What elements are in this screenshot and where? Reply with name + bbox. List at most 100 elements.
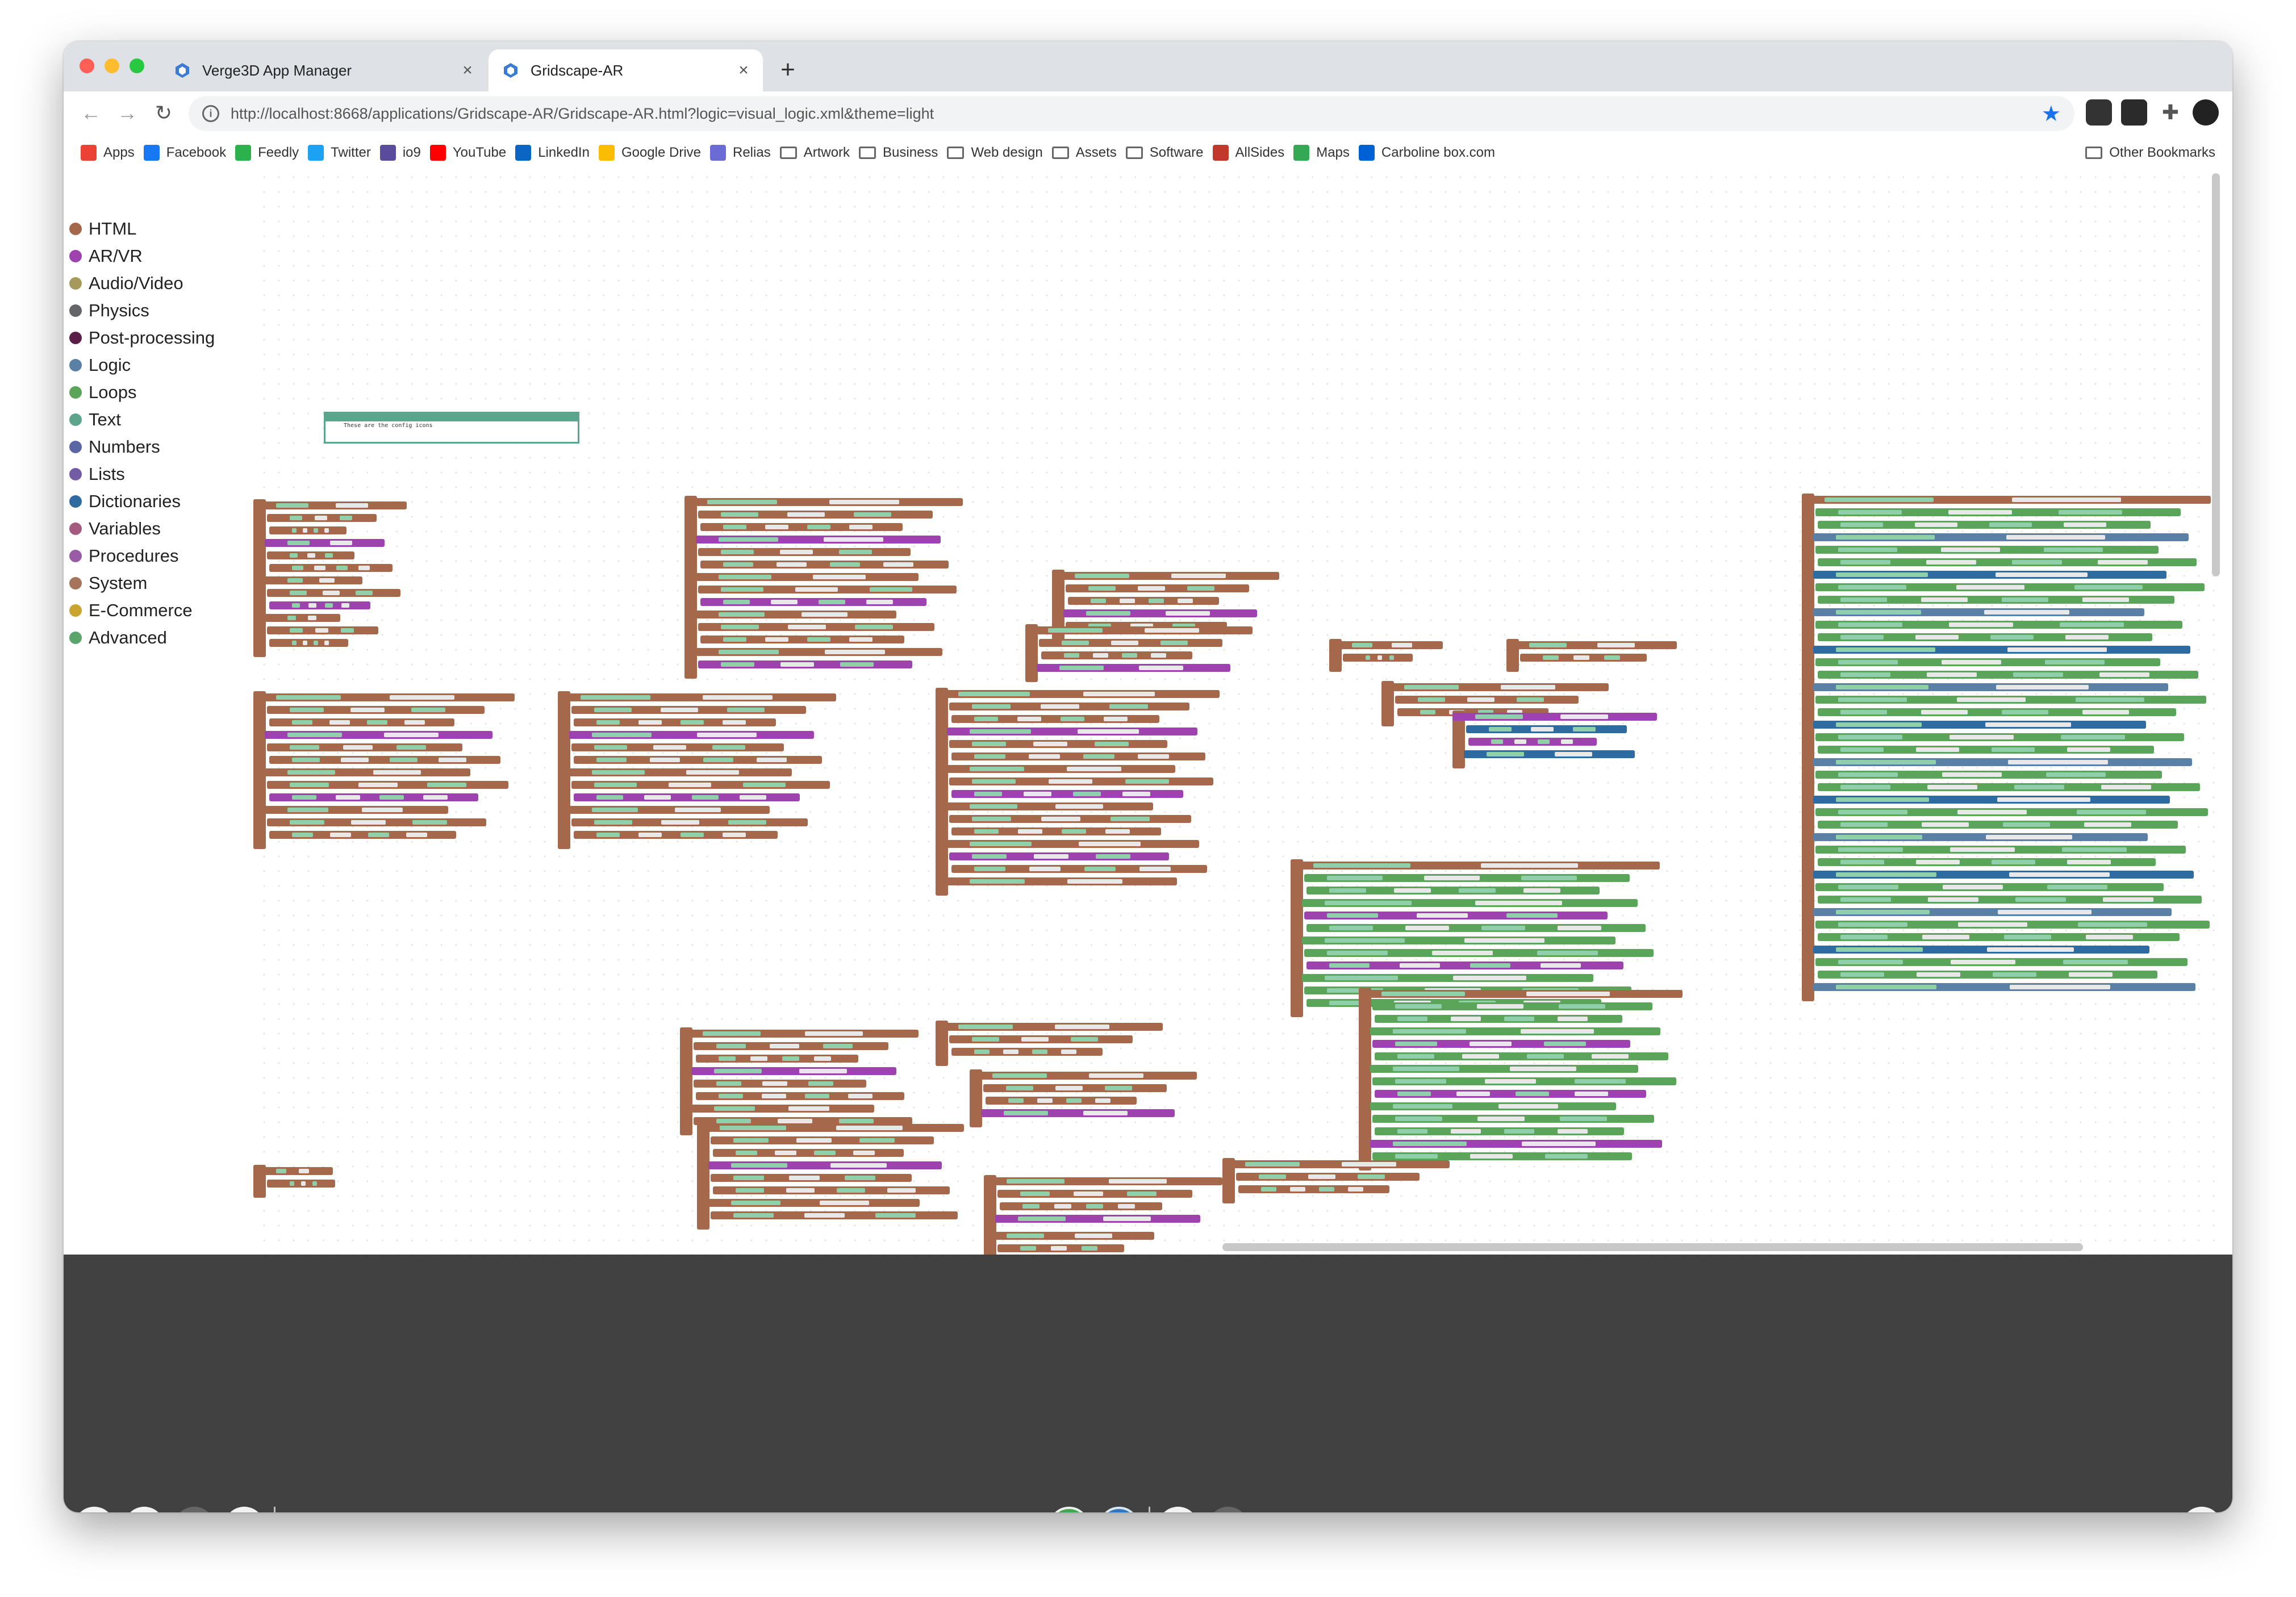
puzzle-block[interactable] [951,1048,1103,1056]
puzzle-block[interactable] [696,573,919,581]
puzzle-block[interactable] [558,693,836,701]
puzzle-block[interactable] [947,840,1199,848]
category-html[interactable]: HTML [64,215,257,243]
puzzle-block[interactable] [700,561,949,568]
puzzle-block-group[interactable] [558,691,836,849]
undo-icon[interactable] [1158,1507,1199,1512]
puzzle-block[interactable] [1359,990,1683,998]
puzzle-block[interactable] [267,706,485,714]
puzzle-block[interactable] [711,1136,934,1144]
puzzle-block[interactable] [1236,1173,1420,1181]
puzzle-block-group[interactable] [684,496,963,679]
puzzle-block[interactable] [574,793,800,801]
puzzle-block[interactable] [711,1211,958,1219]
vertical-scrollbar[interactable] [2212,173,2220,576]
puzzle-block[interactable] [571,781,830,789]
puzzle-block[interactable] [1329,641,1443,649]
puzzle-block[interactable] [1818,858,2156,866]
puzzle-block[interactable] [696,1055,858,1063]
puzzle-block-group[interactable] [1329,639,1443,672]
puzzle-block[interactable] [697,1124,964,1132]
puzzle-block[interactable] [1813,758,2192,766]
puzzle-block[interactable] [267,626,378,634]
puzzle-block[interactable] [1818,671,2198,679]
puzzle-block[interactable] [265,768,470,776]
puzzle-block[interactable] [951,790,1183,798]
tab-verge3d-app-manager[interactable]: Verge3D App Manager × [160,49,487,91]
other-bookmarks[interactable]: Other Bookmarks [2085,145,2215,161]
blocks-workspace[interactable]: These are the config icons [253,170,2223,1255]
puzzle-block[interactable] [1370,1027,1660,1035]
puzzle-block[interactable] [700,636,904,643]
puzzle-block[interactable] [698,548,911,556]
category-variables[interactable]: Variables [64,515,257,542]
puzzle-block[interactable] [267,589,400,597]
puzzle-block[interactable] [951,865,1207,873]
category-ar-vr[interactable]: AR/VR [64,243,257,270]
puzzle-block-group[interactable] [1025,624,1253,682]
puzzle-block[interactable] [995,1215,1200,1223]
menu-icon[interactable]: ⋮ [2227,99,2232,126]
puzzle-block[interactable] [949,777,1213,785]
category-lists[interactable]: Lists [64,461,257,488]
puzzle-block[interactable] [1372,1040,1630,1048]
save-icon[interactable] [1099,1507,1139,1512]
puzzle-block[interactable] [1818,558,2197,566]
puzzle-block[interactable] [694,1080,866,1088]
puzzle-block[interactable] [1815,883,2164,891]
extension-icon[interactable] [2121,99,2147,126]
puzzle-block[interactable] [1468,738,1597,746]
puzzle-block[interactable] [1813,608,2144,616]
bookmark-item[interactable]: Web design [947,145,1043,161]
puzzle-block[interactable] [1815,921,2210,929]
puzzle-block[interactable] [984,1177,1222,1185]
puzzle-block[interactable] [1813,533,2189,541]
back-arrow-icon[interactable]: ← [75,97,107,129]
puzzle-block[interactable] [694,1042,888,1050]
puzzle-block[interactable] [1306,924,1646,932]
puzzle-block[interactable] [713,1149,904,1157]
puzzle-block[interactable] [267,781,508,789]
puzzle-block[interactable] [970,1072,1197,1080]
puzzle-block[interactable] [1304,949,1654,957]
puzzle-block[interactable] [1066,584,1249,592]
puzzle-block[interactable] [1813,571,2166,579]
puzzle-block[interactable] [997,1190,1192,1198]
puzzle-block[interactable] [696,1092,904,1100]
puzzle-block[interactable] [265,614,340,622]
puzzle-block[interactable] [1520,654,1647,662]
panel-icon[interactable] [124,1507,165,1512]
close-tab-icon[interactable]: × [732,61,755,80]
puzzle-block[interactable] [691,1067,896,1075]
puzzle-block[interactable] [1238,1185,1389,1193]
puzzle-block[interactable] [951,715,1159,723]
puzzle-block[interactable] [571,743,784,751]
redo-icon[interactable] [1208,1507,1249,1512]
puzzle-block[interactable] [269,601,370,609]
category-e-commerce[interactable]: E-Commerce [64,597,257,624]
puzzle-block[interactable] [1302,974,1593,982]
puzzle-block[interactable] [684,498,963,506]
horizontal-scrollbar[interactable] [1222,1243,2083,1251]
puzzle-block[interactable] [1818,746,2154,754]
puzzle-block-group[interactable] [984,1175,1222,1233]
puzzle-block[interactable] [569,806,770,814]
puzzle-block[interactable] [265,539,385,547]
bookmark-item[interactable]: Assets [1051,145,1117,161]
puzzle-block[interactable] [1302,937,1615,944]
category-procedures[interactable]: Procedures [64,542,257,570]
puzzle-block[interactable] [1037,664,1230,672]
puzzle-block[interactable] [1464,750,1635,758]
puzzle-block[interactable] [1815,621,2182,629]
puzzle-block[interactable] [1818,896,2202,904]
puzzle-block[interactable] [713,1186,950,1194]
bookmark-item[interactable]: LinkedIn [515,145,590,161]
puzzle-block[interactable] [951,752,1205,760]
puzzle-block[interactable] [265,731,492,739]
puzzle-block[interactable] [267,1180,335,1188]
puzzle-block[interactable] [947,765,1175,773]
puzzle-block[interactable] [269,564,393,572]
puzzle-block[interactable] [700,523,903,531]
new-tab-button[interactable]: + [771,53,805,87]
puzzle-block[interactable] [269,831,456,839]
